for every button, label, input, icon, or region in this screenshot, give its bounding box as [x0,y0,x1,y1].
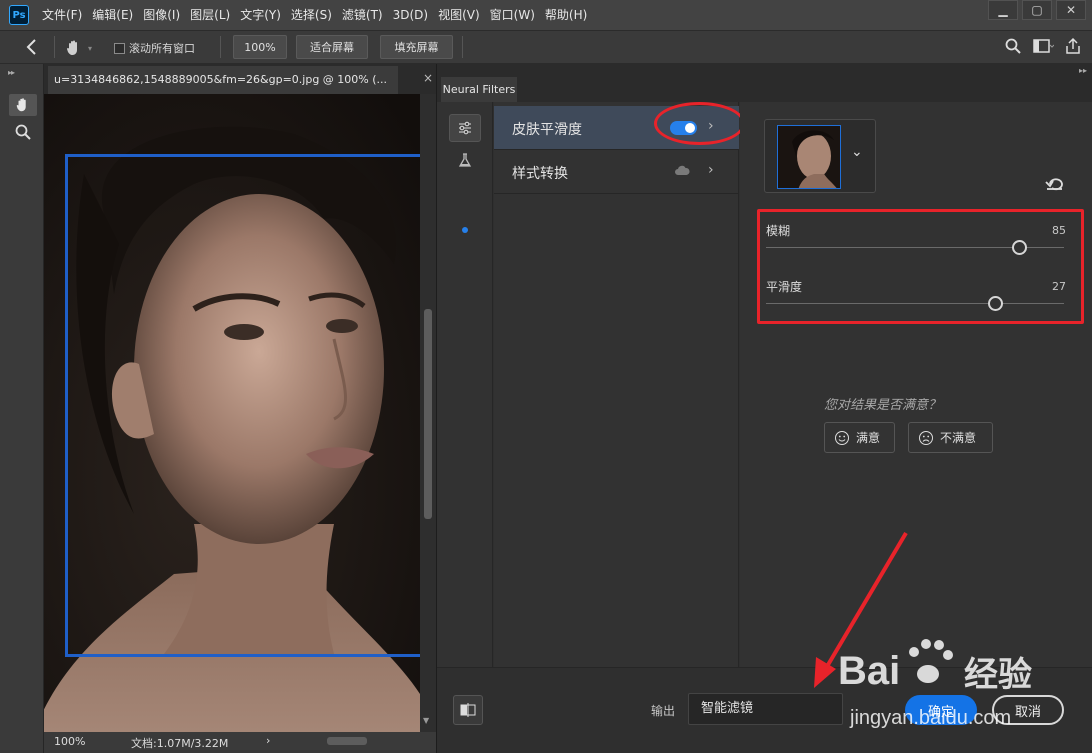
smoothness-slider-label: 平滑度 [766,280,803,294]
neural-filters-panel: Neural Filters ▸▸ 皮肤平滑度 › 样式转换 › ⌄ 模糊 85… [436,64,1092,753]
panel-footer: 输出 智能滤镜 确定 取消 [437,667,1092,753]
unsatisfied-label: 不满意 [940,431,977,445]
menu-type[interactable]: 文字(Y) [235,0,286,30]
smile-icon [835,430,849,445]
blur-slider-value[interactable]: 85 [1052,224,1066,237]
selection-rectangle [65,154,420,657]
feedback-question: 您对结果是否满意？ [824,398,942,413]
close-window-button[interactable]: ✕ [1056,0,1086,20]
frown-icon [919,430,933,445]
window-controls: ▁ ▢ ✕ [984,0,1086,22]
tool-strip: ▸▸ [0,64,44,753]
fill-screen-button[interactable]: 填充屏幕 [380,35,453,59]
zoom-icon [15,124,31,140]
document-canvas[interactable] [44,94,420,732]
blur-slider-knob[interactable] [1011,240,1027,255]
separator [220,36,221,58]
hand-tool[interactable] [9,94,37,116]
beta-filters-tab[interactable] [449,146,481,174]
share-icon[interactable] [1064,37,1082,55]
panel-collapse-icon[interactable]: ▸▸ [1079,66,1087,75]
horizontal-scrollbar-thumb[interactable] [327,737,367,745]
panel-tab-bar: Neural Filters ▸▸ [437,64,1092,102]
smoothness-slider-knob[interactable] [987,296,1003,311]
filter-label: 样式转换 [512,166,568,182]
cloud-download-icon [675,165,690,175]
document-status-bar: 100% 文档:1.07M/3.22M › [44,732,436,753]
satisfied-label: 满意 [856,431,881,445]
cancel-button[interactable]: 取消 [992,695,1064,725]
split-view-icon [460,703,476,717]
thumbnail-photo [778,126,840,188]
output-label: 输出 [651,704,676,718]
unsatisfied-button[interactable]: 不满意 [908,422,993,453]
tab-neural-filters[interactable]: Neural Filters [441,77,517,102]
satisfied-button[interactable]: 满意 [824,422,895,453]
output-select[interactable]: 智能滤镜 [688,693,843,725]
reset-icon[interactable] [1045,176,1065,192]
sliders-icon [459,121,471,135]
document-tab-bar: u=3134846862,1548889005&fm=26&gp=0.jpg @… [44,64,436,94]
scroll-all-checkbox[interactable] [114,42,125,54]
menu-edit[interactable]: 编辑(E) [87,0,138,30]
scroll-all-label: 滚动所有窗口 [129,42,195,55]
close-icon[interactable]: × [423,71,433,85]
smoothness-slider-value[interactable]: 27 [1052,280,1066,293]
filter-list: 皮肤平滑度 › 样式转换 › [494,102,739,667]
menu-view[interactable]: 视图(V) [433,0,485,30]
options-right-tools [1004,37,1082,55]
workspace-icon[interactable] [1032,37,1054,55]
zoom-100-button[interactable]: 100% [233,35,287,59]
back-arrow-icon[interactable] [22,37,42,57]
scroll-all-windows-option[interactable]: 滚动所有窗口 [114,40,195,56]
menu-help[interactable]: 帮助(H) [540,0,592,30]
filter-label: 皮肤平滑度 [512,122,582,138]
photoshop-logo-icon: Ps [9,5,29,25]
menu-filter[interactable]: 滤镜(T) [337,0,388,30]
filter-settings: ⌄ 模糊 85 平滑度 27 您对结果是否满意？ 满意 不满意 [740,102,1092,667]
menu-bar: Ps 文件(F) 编辑(E) 图像(I) 图层(L) 文字(Y) 选择(S) 滤… [0,0,1092,30]
vertical-scrollbar[interactable]: ▼ [420,94,436,732]
annotation-highlight-rectangle [757,209,1084,324]
featured-filters-tab[interactable] [449,114,481,142]
menu-3d[interactable]: 3D(D) [388,0,433,30]
filter-category-rail [437,102,493,667]
hand-icon [67,40,77,55]
menu-window[interactable]: 窗口(W) [485,0,540,30]
reference-image-picker[interactable]: ⌄ [764,119,876,193]
filter-item-style-transfer[interactable]: 样式转换 › [494,150,739,194]
panel-collapse-icon[interactable]: ▸▸ [8,68,15,77]
blur-slider-label: 模糊 [766,224,791,238]
preview-toggle-button[interactable] [453,695,483,725]
annotation-highlight-ellipse [654,102,745,145]
flask-icon [458,153,472,167]
separator [54,36,55,58]
options-bar: ▾ 滚动所有窗口 100% 适合屏幕 填充屏幕 [0,30,1092,64]
scroll-down-icon[interactable]: ▼ [423,716,429,725]
status-menu-arrow[interactable]: › [266,734,270,747]
maximize-button[interactable]: ▢ [1022,0,1052,20]
menu-image[interactable]: 图像(I) [138,0,185,30]
fit-screen-button[interactable]: 适合屏幕 [296,35,368,59]
scrollbar-thumb[interactable] [424,309,432,519]
hand-icon [16,98,26,112]
chevron-down-icon: ▾ [88,43,93,53]
status-doc-size: 文档:1.07M/3.22M [131,737,229,750]
minimize-button[interactable]: ▁ [988,0,1018,20]
active-indicator-dot [462,227,468,233]
search-icon[interactable] [1004,37,1022,55]
chevron-right-icon: › [708,162,714,178]
chevron-down-icon[interactable]: ⌄ [851,144,863,160]
document-tab[interactable]: u=3134846862,1548889005&fm=26&gp=0.jpg @… [48,66,398,94]
separator [462,36,463,58]
zoom-tool[interactable] [9,121,37,143]
menu-select[interactable]: 选择(S) [286,0,337,30]
hand-tool-preset[interactable]: ▾ [64,36,100,60]
smoothness-slider-track[interactable] [766,303,1064,304]
ok-button[interactable]: 确定 [905,695,977,725]
menu-file[interactable]: 文件(F) [37,0,87,30]
menu-layer[interactable]: 图层(L) [185,0,235,30]
status-zoom[interactable]: 100% [54,735,85,748]
reference-thumbnail [777,125,841,189]
